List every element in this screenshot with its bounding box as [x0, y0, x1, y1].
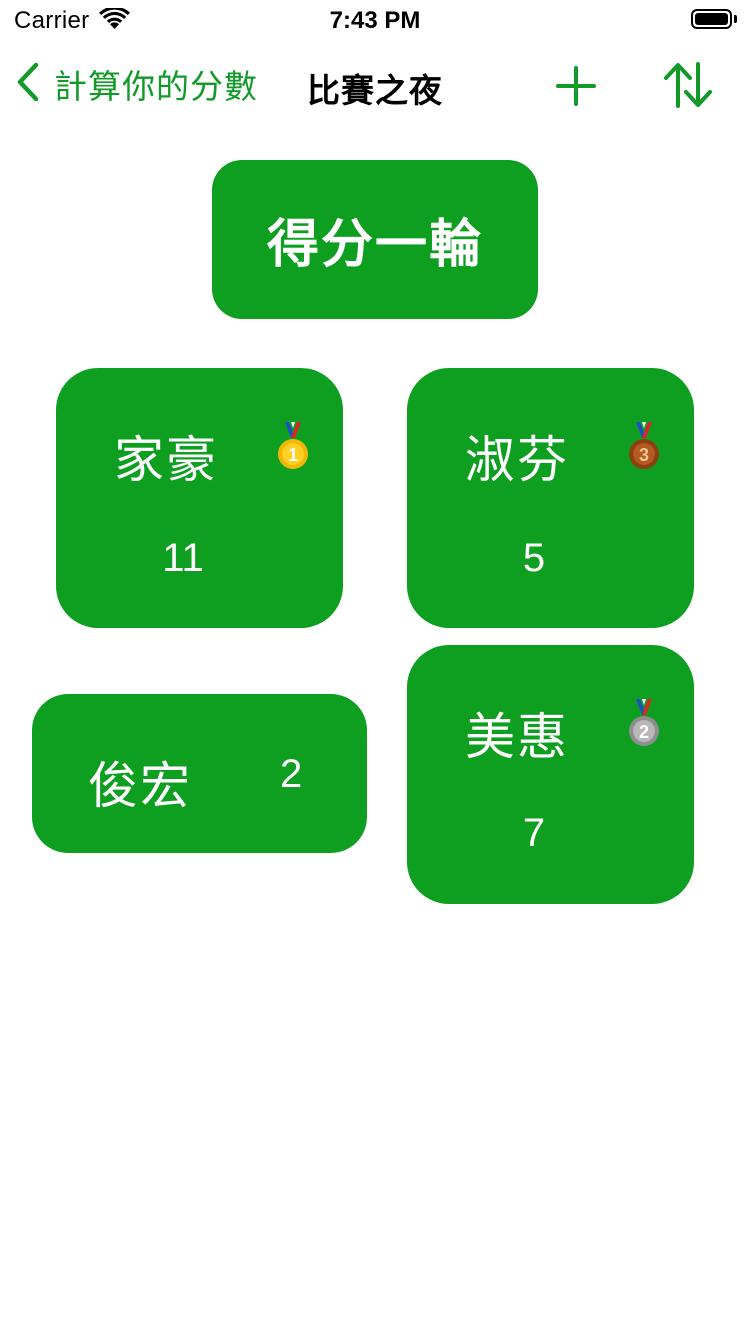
plus-icon [552, 66, 600, 114]
status-bar: Carrier 7:43 PM [0, 0, 750, 40]
navigation-bar: 計算你的分數 比賽之夜 [0, 40, 750, 128]
clock: 7:43 PM [329, 7, 421, 34]
battery-cap [734, 15, 737, 23]
player-card[interactable]: 家豪 1 11 [56, 368, 343, 628]
add-player-button[interactable] [552, 62, 600, 110]
player-card[interactable]: 淑芬 3 5 [407, 368, 694, 628]
player-score: 5 [522, 536, 546, 580]
silver-medal-icon: 2 [627, 699, 661, 747]
player-name: 家豪 [114, 432, 218, 488]
player-card[interactable]: 俊宏 2 [32, 694, 367, 853]
player-score: 11 [162, 536, 204, 580]
back-button[interactable]: 計算你的分數 [14, 60, 258, 108]
page-title: 比賽之夜 [307, 72, 443, 109]
sort-button[interactable] [660, 60, 716, 110]
svg-text:2: 2 [639, 722, 649, 742]
player-score: 7 [522, 811, 546, 855]
player-name: 俊宏 [88, 758, 192, 814]
player-score: 2 [280, 752, 303, 796]
player-name: 淑芬 [465, 432, 569, 488]
score-round-button[interactable]: 得分一輪 [212, 160, 538, 319]
player-card[interactable]: 美惠 2 7 [407, 645, 694, 904]
svg-text:1: 1 [288, 445, 298, 465]
bronze-medal-icon: 3 [627, 422, 661, 470]
gold-medal-icon: 1 [276, 422, 310, 470]
sort-arrows-icon [660, 62, 716, 114]
player-name: 美惠 [465, 709, 569, 765]
battery-icon [691, 9, 732, 29]
back-label: 計算你的分數 [54, 68, 258, 105]
svg-text:3: 3 [639, 445, 649, 465]
chevron-left-icon [14, 61, 40, 108]
